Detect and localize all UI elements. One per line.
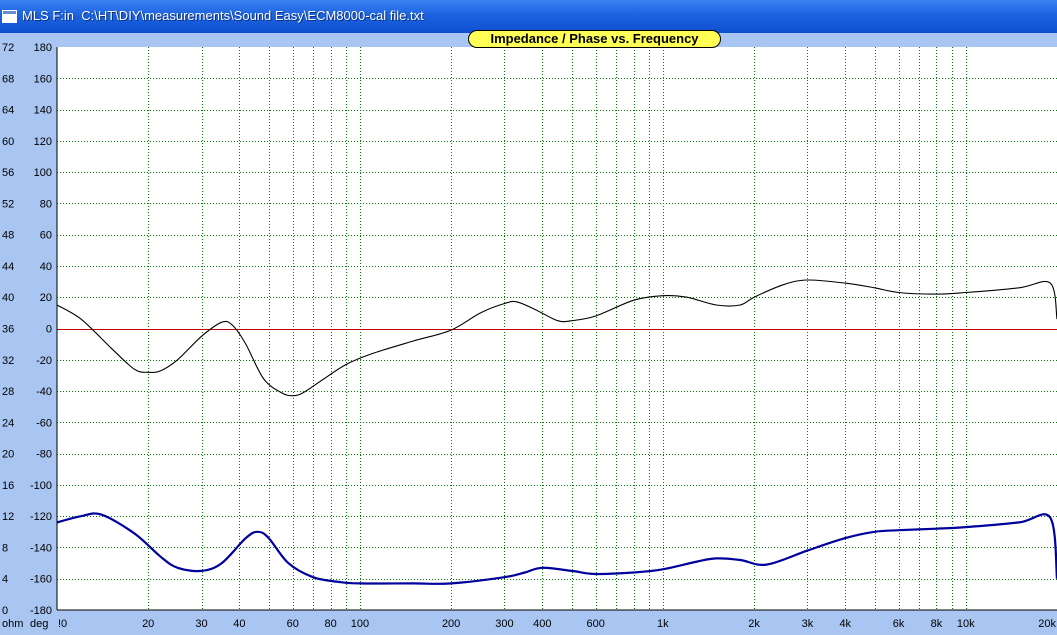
- x-tick-label: 600: [586, 618, 604, 630]
- ohm-tick-label: 48: [2, 230, 14, 242]
- deg-tick-label: -80: [36, 449, 52, 461]
- ohm-tick-label: 12: [2, 511, 14, 523]
- ohm-tick-label: 68: [2, 73, 14, 85]
- ohm-tick-label: 0: [2, 605, 8, 617]
- x-tick-label: 400: [533, 618, 551, 630]
- deg-tick-label: -160: [30, 574, 52, 586]
- ohm-tick-labels: 72686460565248444036322824201612840: [2, 42, 14, 617]
- ohm-tick-label: 32: [2, 355, 14, 367]
- deg-tick-label: 60: [40, 230, 52, 242]
- ohm-tick-label: 52: [2, 198, 14, 210]
- ohm-tick-label: 72: [2, 42, 14, 54]
- x-tick-label: 300: [495, 618, 513, 630]
- deg-tick-labels: 180 160 140 120 100 80 60 40 20 0 -20 -40 -60 -80 -100…: [30, 42, 52, 617]
- ohm-tick-label: 56: [2, 167, 14, 179]
- ohm-tick-label: 28: [2, 386, 14, 398]
- deg-tick-label: 140: [34, 105, 52, 117]
- chart-title: Impedance / Phase vs. Frequency: [468, 30, 721, 48]
- deg-tick-label: -40: [36, 386, 52, 398]
- ohm-tick-label: 8: [2, 542, 8, 554]
- x-tick-label: 1k: [657, 618, 669, 630]
- frequency-tick-labels: !0 20 30 40 60 80 100 200 300 400 600 1k 2k 3k 4k 6k 8k 1…: [58, 618, 1056, 630]
- ohm-tick-label: 24: [2, 417, 14, 429]
- deg-tick-label: 80: [40, 198, 52, 210]
- x-tick-label: 100: [351, 618, 369, 630]
- ohm-tick-label: 40: [2, 292, 14, 304]
- impedance-phase-chart: 72686460565248444036322824201612840 1801…: [2, 42, 1057, 630]
- deg-tick-label: 20: [40, 292, 52, 304]
- deg-tick-label: -120: [30, 511, 52, 523]
- x-tick-label: 20k: [1038, 618, 1056, 630]
- ohm-tick-label: 36: [2, 324, 14, 336]
- plot-area: [57, 47, 1057, 610]
- deg-tick-label: -100: [30, 480, 52, 492]
- ohm-tick-label: 60: [2, 136, 14, 148]
- ohm-tick-label: 44: [2, 261, 14, 273]
- x-tick-label: 8k: [931, 618, 943, 630]
- x-tick-label: 4k: [839, 618, 851, 630]
- deg-tick-label: 160: [34, 73, 52, 85]
- x-tick-label: 10k: [957, 618, 975, 630]
- deg-tick-label: -140: [30, 542, 52, 554]
- deg-tick-label: -180: [30, 605, 52, 617]
- x-tick-label: 60: [287, 618, 299, 630]
- x-tick-label: 40: [233, 618, 245, 630]
- x-tick-label: 20: [142, 618, 154, 630]
- x-tick-label: 2k: [748, 618, 760, 630]
- ohm-unit-label: ohm: [2, 618, 23, 630]
- deg-tick-label: 0: [46, 324, 52, 336]
- x-tick-label: 30: [195, 618, 207, 630]
- deg-tick-label: 120: [34, 136, 52, 148]
- x-tick-label: 200: [442, 618, 460, 630]
- deg-unit-label: deg: [30, 618, 48, 630]
- ohm-tick-label: 4: [2, 574, 8, 586]
- deg-tick-label: 180: [34, 42, 52, 54]
- x-tick-label: 6k: [893, 618, 905, 630]
- deg-tick-label: 40: [40, 261, 52, 273]
- ohm-tick-label: 64: [2, 105, 14, 117]
- x-tick-label: 3k: [802, 618, 814, 630]
- x-tick-label: !0: [58, 618, 67, 630]
- ohm-tick-label: 16: [2, 480, 14, 492]
- ohm-tick-label: 20: [2, 449, 14, 461]
- deg-tick-label: -20: [36, 355, 52, 367]
- deg-tick-label: -60: [36, 417, 52, 429]
- deg-tick-label: 100: [34, 167, 52, 179]
- x-tick-label: 80: [324, 618, 336, 630]
